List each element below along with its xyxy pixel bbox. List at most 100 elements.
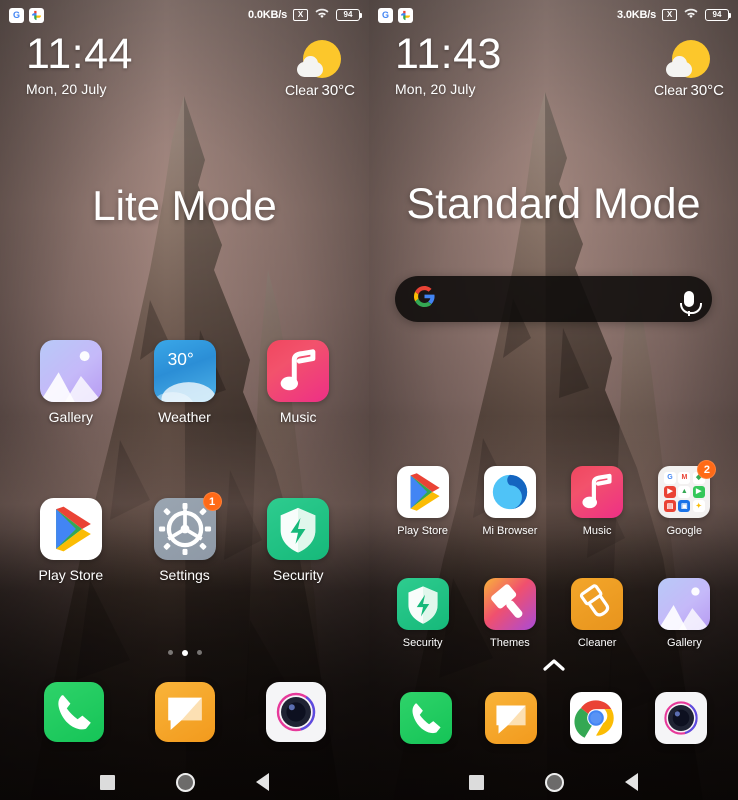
app-cell-play-store[interactable]: Play Store <box>379 466 466 537</box>
app-label: Settings <box>159 567 210 583</box>
app-cell-music[interactable]: Music <box>241 340 355 425</box>
back-button[interactable] <box>624 773 638 791</box>
settings-icon[interactable]: 1 <box>153 492 222 560</box>
app-label: Security <box>402 637 443 649</box>
phone-panel-lite-mode: G 0.0KB/s X 94 11:44 Mon, 20 July Clear … <box>0 0 369 800</box>
google-photos-icon <box>29 7 44 23</box>
mi-browser-icon[interactable] <box>483 466 536 518</box>
comparison-screenshot: G 0.0KB/s X 94 11:44 Mon, 20 July Clear … <box>0 0 738 800</box>
app-label: Music <box>279 409 317 425</box>
app-cell-security[interactable]: Security <box>241 498 355 583</box>
clock-widget[interactable]: 11:43 Mon, 20 July <box>395 30 502 98</box>
weather-icon[interactable]: 30° <box>153 340 216 402</box>
music-icon[interactable] <box>571 466 624 518</box>
chevron-up-icon[interactable] <box>369 658 738 675</box>
wallpaper-right <box>369 0 738 800</box>
status-notification-icons: G <box>9 7 44 23</box>
play-store-icon[interactable] <box>396 466 449 518</box>
signal-x-icon: X <box>293 9 308 21</box>
themes-icon[interactable] <box>483 578 536 630</box>
page-dot-active[interactable] <box>181 650 188 656</box>
home-button[interactable] <box>544 772 564 792</box>
drive-icon: ▲ <box>678 485 691 498</box>
app-grid-row-1: Gallery 30° Weather Music <box>0 340 369 425</box>
phone-icon[interactable] <box>43 682 104 742</box>
navigation-bar <box>369 764 738 800</box>
app-label: Play Store <box>38 567 104 583</box>
music-icon[interactable] <box>267 340 330 402</box>
security-icon[interactable] <box>267 498 330 560</box>
app-cell-play-store[interactable]: Play Store <box>14 498 128 583</box>
app-label: Gallery <box>666 637 702 649</box>
app-cell-mi-browser[interactable]: Mi Browser <box>466 466 553 537</box>
meet-icon: ▣ <box>678 500 691 513</box>
weather-widget[interactable]: Clear 30°C <box>285 40 355 99</box>
app-cell-settings[interactable]: 1 Settings <box>128 492 242 583</box>
app-cell-music[interactable]: Music <box>554 466 641 537</box>
navigation-bar <box>0 764 369 800</box>
chrome-icon[interactable] <box>570 692 623 744</box>
security-icon[interactable] <box>396 578 449 630</box>
page-dot[interactable] <box>196 650 202 655</box>
app-cell-gallery[interactable]: Gallery <box>14 340 128 425</box>
app-cell-gallery[interactable]: Gallery <box>641 578 728 649</box>
gallery-icon[interactable] <box>658 578 711 630</box>
dock-cell-camera[interactable] <box>240 682 351 742</box>
microphone-icon[interactable] <box>680 291 702 316</box>
clock-time: 11:43 <box>395 30 502 78</box>
camera-icon[interactable] <box>265 682 326 742</box>
dock-cell-camera[interactable] <box>639 692 724 744</box>
phone-icon[interactable] <box>399 692 452 744</box>
battery-indicator: 94 <box>705 9 731 21</box>
play-icon: ▶ <box>692 485 705 498</box>
app-cell-weather[interactable]: 30° Weather <box>128 340 242 425</box>
page-dot[interactable] <box>167 650 173 655</box>
app-cell-themes[interactable]: Themes <box>466 578 553 649</box>
app-cell-google-folder[interactable]: G M ◆ ▶ ▲ ▶ ▤ ▣ ✦ 2 Google <box>641 460 728 537</box>
dock-cell-phone[interactable] <box>383 692 468 744</box>
sun-behind-cloud-icon <box>666 40 712 80</box>
app-cell-security[interactable]: Security <box>379 578 466 649</box>
back-button[interactable] <box>255 773 269 791</box>
messages-icon[interactable] <box>484 692 537 744</box>
dock-cell-phone[interactable] <box>18 682 129 742</box>
dock-cell-messages[interactable] <box>468 692 553 744</box>
weather-widget[interactable]: Clear 30°C <box>654 40 724 99</box>
svg-text:30°: 30° <box>167 349 193 369</box>
dock-cell-chrome[interactable] <box>554 692 639 744</box>
mode-title-lite: Lite Mode <box>92 182 277 229</box>
wifi-icon <box>314 6 330 24</box>
gmail-icon: M <box>678 471 691 484</box>
weather-line: Clear 30°C <box>654 82 724 99</box>
sun-behind-cloud-icon <box>297 40 343 80</box>
recents-button[interactable] <box>100 774 116 790</box>
battery-indicator: 94 <box>336 9 362 21</box>
camera-icon[interactable] <box>655 692 708 744</box>
status-system-icons: 3.0KB/s X 94 <box>617 6 731 24</box>
status-bar: G 3.0KB/s X 94 <box>369 0 738 30</box>
app-label: Google <box>666 525 703 537</box>
dock <box>0 682 369 742</box>
page-indicator[interactable] <box>0 650 369 656</box>
google-search-bar[interactable] <box>395 276 712 322</box>
home-button[interactable] <box>175 772 195 792</box>
gallery-icon[interactable] <box>39 340 102 402</box>
dock-cell-messages[interactable] <box>129 682 240 742</box>
app-label: Mi Browser <box>482 525 538 537</box>
app-grid-row-2: Play Store 1 Settings Security <box>0 492 369 583</box>
messages-icon[interactable] <box>154 682 215 742</box>
mode-title-standard: Standard Mode <box>406 180 701 228</box>
app-grid-row-1: Play Store Mi Browser Music G M ◆ ▶ ▲ ▶ … <box>369 460 738 537</box>
clock-widget[interactable]: 11:44 Mon, 20 July <box>26 31 133 97</box>
clock-date: Mon, 20 July <box>395 81 476 98</box>
google-folder-icon[interactable]: G M ◆ ▶ ▲ ▶ ▤ ▣ ✦ 2 <box>658 460 717 518</box>
weather-line: Clear 30°C <box>285 82 355 99</box>
cleaner-icon[interactable] <box>571 578 624 630</box>
recents-button[interactable] <box>469 774 485 790</box>
app-cell-cleaner[interactable]: Cleaner <box>554 578 641 649</box>
google-icon: G <box>378 7 393 23</box>
play-store-icon[interactable] <box>39 498 102 560</box>
app-label: Gallery <box>48 409 94 425</box>
google-icon: G <box>664 471 677 484</box>
app-label: Weather <box>158 409 211 425</box>
